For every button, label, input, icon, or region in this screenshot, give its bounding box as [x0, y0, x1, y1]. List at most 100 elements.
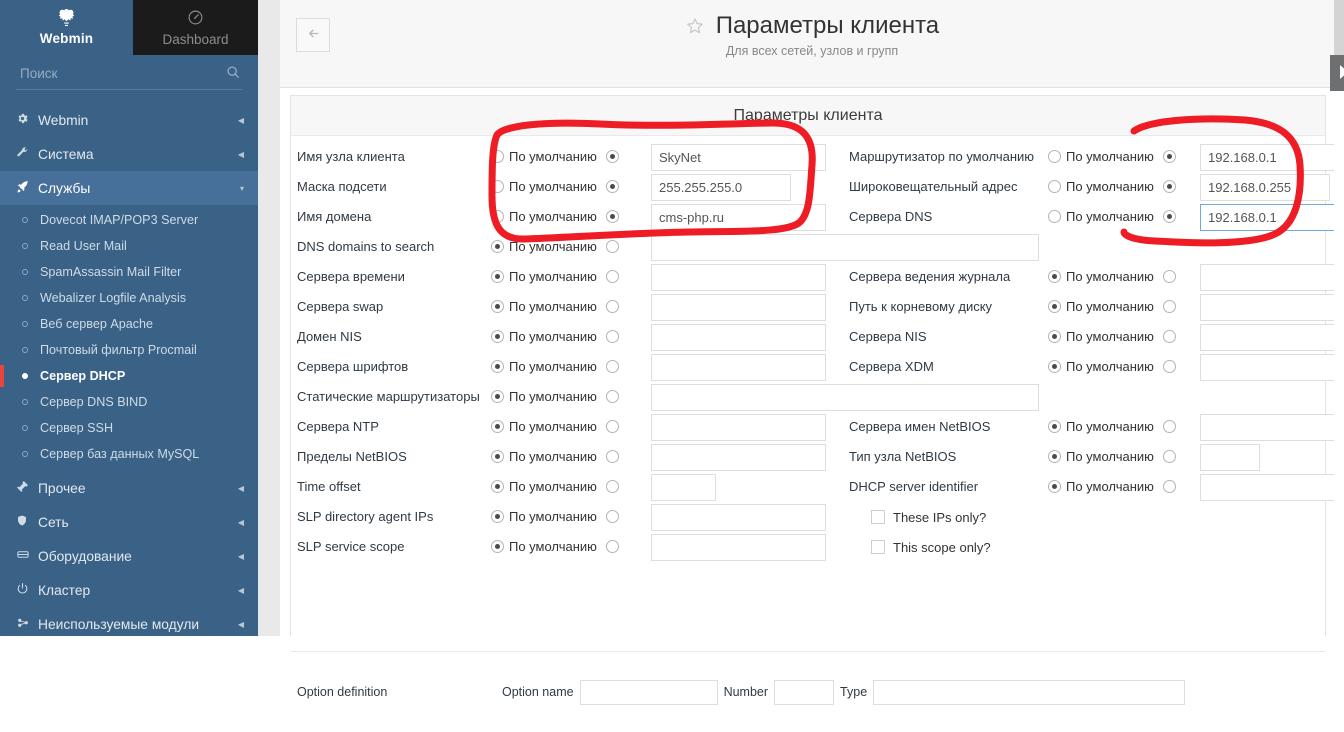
left-radio-group-8[interactable]: По умолчанию — [491, 389, 619, 404]
sidebar-item-7[interactable]: Сервер DNS BIND — [0, 389, 258, 415]
left-radio-group-12[interactable]: По умолчанию — [491, 509, 619, 524]
left-input-6[interactable] — [651, 323, 826, 351]
checkbox-1[interactable] — [871, 540, 885, 554]
radio-custom[interactable] — [1162, 299, 1176, 313]
radio-custom[interactable] — [605, 299, 619, 313]
left-radio-group-7[interactable]: По умолчанию — [491, 359, 619, 374]
brand-webmin[interactable]: Webmin — [0, 0, 133, 55]
radio-default[interactable] — [491, 359, 504, 373]
sidebar-item-5[interactable]: Почтовый фильтр Procmail — [0, 337, 258, 363]
right-input-3[interactable] — [1200, 263, 1344, 291]
right-radio-group-2[interactable]: По умолчанию — [1048, 209, 1176, 224]
radio-default[interactable] — [1048, 179, 1061, 193]
sidebar-item-0[interactable]: Dovecot IMAP/POP3 Server — [0, 207, 258, 233]
left-input-12[interactable] — [651, 503, 826, 531]
sidebar-group-6[interactable]: Кластер ◀ — [0, 573, 258, 607]
radio-default[interactable] — [491, 209, 504, 223]
sidebar-item-8[interactable]: Сервер SSH — [0, 415, 258, 441]
left-input-10[interactable] — [651, 443, 826, 471]
right-input-1[interactable] — [1200, 173, 1330, 201]
sidebar-group-2[interactable]: Службы ▾ — [0, 171, 258, 205]
radio-default[interactable] — [1048, 299, 1061, 313]
right-radio-group-4[interactable]: По умолчанию — [1048, 299, 1176, 314]
left-input-8[interactable] — [651, 383, 1039, 411]
right-input-2[interactable] — [1200, 203, 1344, 231]
radio-default[interactable] — [491, 479, 504, 493]
left-input-13[interactable] — [651, 533, 826, 561]
right-input-7[interactable] — [1200, 413, 1344, 441]
sidebar-group-5[interactable]: Оборудование ◀ — [0, 539, 258, 573]
option-type-input[interactable] — [873, 679, 1186, 705]
left-input-7[interactable] — [651, 353, 826, 381]
radio-default[interactable] — [1048, 359, 1061, 373]
radio-default[interactable] — [491, 149, 504, 163]
search-input[interactable] — [18, 65, 208, 82]
radio-custom[interactable] — [605, 479, 619, 493]
left-input-2[interactable] — [651, 203, 826, 231]
left-input-3[interactable] — [651, 233, 1039, 261]
radio-default[interactable] — [1048, 419, 1061, 433]
sidebar-item-3[interactable]: Webalizer Logfile Analysis — [0, 285, 258, 311]
right-radio-group-6[interactable]: По умолчанию — [1048, 359, 1176, 374]
sidebar-item-4[interactable]: Веб сервер Apache — [0, 311, 258, 337]
left-radio-group-2[interactable]: По умолчанию — [491, 209, 619, 224]
left-input-0[interactable] — [651, 143, 826, 171]
left-radio-group-5[interactable]: По умолчанию — [491, 299, 619, 314]
left-input-1[interactable] — [651, 173, 791, 201]
left-radio-group-4[interactable]: По умолчанию — [491, 269, 619, 284]
sidebar-group-3[interactable]: Прочее ◀ — [0, 471, 258, 505]
radio-default[interactable] — [491, 269, 504, 283]
back-button[interactable] — [296, 18, 330, 52]
radio-default[interactable] — [1048, 209, 1061, 223]
right-input-4[interactable] — [1200, 293, 1344, 321]
sidebar-group-4[interactable]: Сеть ◀ — [0, 505, 258, 539]
radio-custom[interactable] — [1162, 329, 1176, 343]
radio-custom[interactable] — [1162, 419, 1176, 433]
radio-custom[interactable] — [605, 509, 619, 523]
radio-default[interactable] — [491, 419, 504, 433]
sidebar-group-1[interactable]: Система ◀ — [0, 137, 258, 171]
radio-default[interactable] — [1048, 269, 1061, 283]
right-radio-group-9[interactable]: По умолчанию — [1048, 479, 1176, 494]
search-icon[interactable] — [226, 65, 240, 82]
radio-custom[interactable] — [605, 209, 619, 223]
radio-default[interactable] — [491, 299, 504, 313]
left-radio-group-10[interactable]: По умолчанию — [491, 449, 619, 464]
left-radio-group-6[interactable]: По умолчанию — [491, 329, 619, 344]
radio-custom[interactable] — [1162, 359, 1176, 373]
right-radio-group-8[interactable]: По умолчанию — [1048, 449, 1176, 464]
star-outline-icon[interactable] — [685, 15, 711, 38]
radio-default[interactable] — [491, 239, 504, 253]
radio-custom[interactable] — [1162, 479, 1176, 493]
radio-custom[interactable] — [605, 329, 619, 343]
radio-default[interactable] — [491, 539, 504, 553]
left-input-5[interactable] — [651, 293, 826, 321]
right-radio-group-7[interactable]: По умолчанию — [1048, 419, 1176, 434]
left-input-11[interactable] — [651, 473, 716, 501]
left-radio-group-0[interactable]: По умолчанию — [491, 149, 619, 164]
radio-custom[interactable] — [1162, 179, 1176, 193]
sidebar-group-7[interactable]: Неиспользуемые модули ◀ — [0, 607, 258, 636]
right-input-5[interactable] — [1200, 323, 1344, 351]
right-radio-group-3[interactable]: По умолчанию — [1048, 269, 1176, 284]
radio-custom[interactable] — [605, 449, 619, 463]
radio-default[interactable] — [1048, 479, 1061, 493]
tab-dashboard[interactable]: Dashboard — [133, 0, 258, 55]
scroll-indicator[interactable] — [1330, 55, 1344, 91]
sidebar-item-1[interactable]: Read User Mail — [0, 233, 258, 259]
left-radio-group-3[interactable]: По умолчанию — [491, 239, 619, 254]
sidebar-item-2[interactable]: SpamAssassin Mail Filter — [0, 259, 258, 285]
left-radio-group-13[interactable]: По умолчанию — [491, 539, 619, 554]
radio-default[interactable] — [491, 509, 504, 523]
radio-default[interactable] — [491, 179, 504, 193]
radio-default[interactable] — [491, 449, 504, 463]
sidebar-item-9[interactable]: Сервер баз данных MySQL — [0, 441, 258, 467]
right-radio-group-0[interactable]: По умолчанию — [1048, 149, 1176, 164]
left-input-4[interactable] — [651, 263, 826, 291]
left-radio-group-11[interactable]: По умолчанию — [491, 479, 619, 494]
radio-custom[interactable] — [1162, 449, 1176, 463]
radio-custom[interactable] — [1162, 269, 1176, 283]
radio-custom[interactable] — [605, 269, 619, 283]
right-input-0[interactable] — [1200, 143, 1344, 171]
radio-custom[interactable] — [605, 359, 619, 373]
